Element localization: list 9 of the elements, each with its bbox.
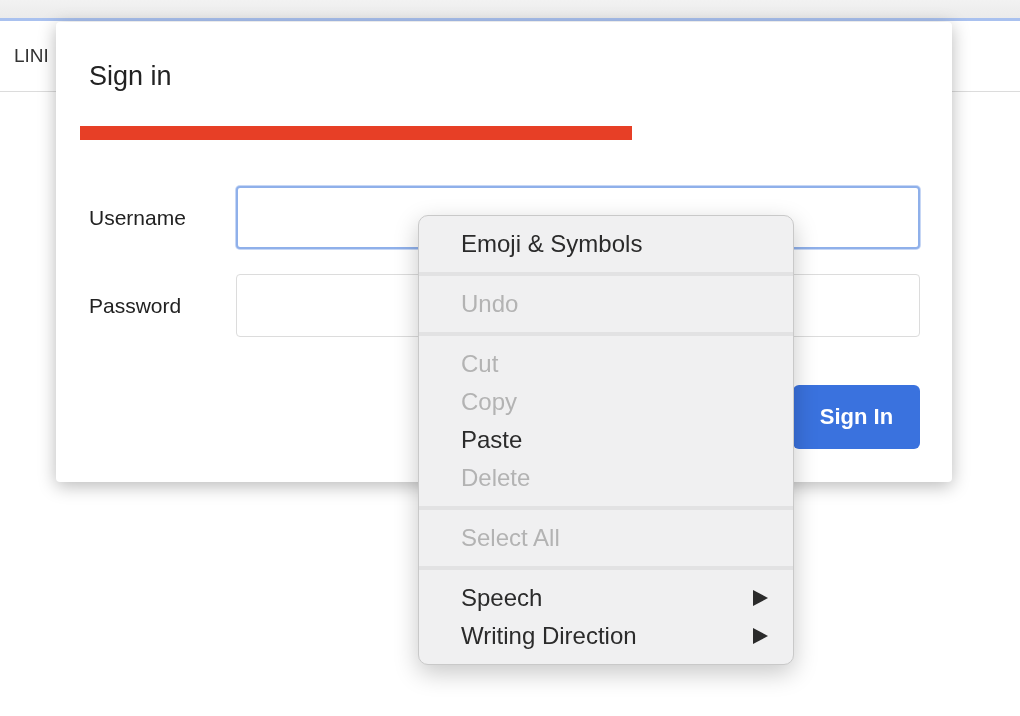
tab-label[interactable]: LINI: [14, 45, 49, 67]
menu-item[interactable]: Speech: [419, 579, 793, 617]
field-label: Password: [89, 293, 183, 318]
menu-item[interactable]: Emoji & Symbols: [419, 225, 793, 263]
dialog-title: Sign in: [89, 60, 173, 93]
menu-item[interactable]: Writing Direction: [419, 617, 793, 655]
field-label: Username: [89, 205, 187, 230]
menu-item[interactable]: Paste: [419, 421, 793, 459]
sign-in-button[interactable]: Sign In: [793, 385, 920, 449]
